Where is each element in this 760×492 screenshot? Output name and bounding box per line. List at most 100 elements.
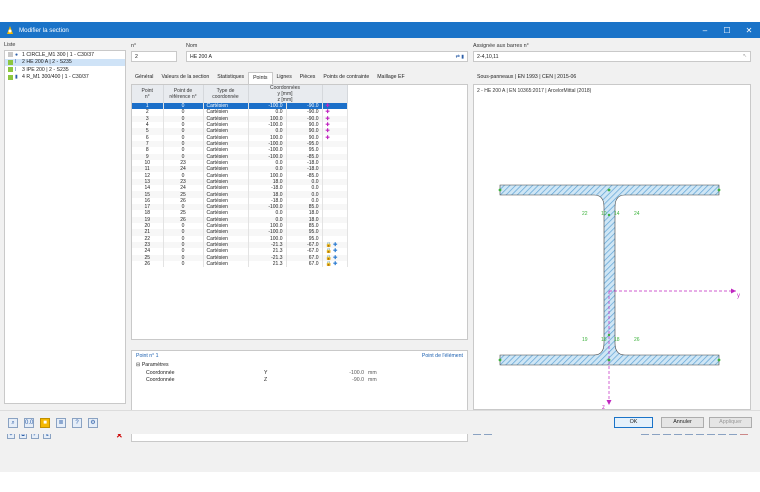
color-swatch	[8, 59, 13, 65]
units-icon[interactable]: 0.0	[24, 418, 34, 428]
window-title: Modifier la section	[19, 26, 69, 34]
close-button[interactable]: ✕	[738, 26, 760, 35]
lock-icon: 🔒	[325, 254, 332, 261]
footer-bar: ⌕ 0.0 ■ ≣ ? ⚙ OK Annuler Appliquer	[0, 410, 760, 434]
list-item[interactable]: ● 1 CIRCLE_M1 300 | 1 - C30/37	[5, 51, 125, 59]
point-label: 15	[601, 337, 607, 343]
circle-icon: ●	[15, 51, 19, 58]
library-icon[interactable]: ⇄ ▮	[456, 54, 464, 60]
name-field[interactable]: HE 200 A ⇄ ▮	[186, 51, 468, 62]
tab-3[interactable]: Points	[248, 72, 273, 84]
i-beam-outline	[499, 184, 720, 366]
property-row[interactable]: Coordonnée Y -100.0 mm	[132, 369, 467, 376]
cell-ref: 0	[163, 260, 204, 268]
dialog-body: Liste ● 1 CIRCLE_M1 300 | 1 - C30/37 I 2 HE…	[0, 38, 760, 472]
tab-7[interactable]: Maillage EF	[373, 72, 408, 84]
header-marks	[322, 85, 348, 103]
point-label: 19	[582, 337, 588, 343]
cell-y: 21.3	[248, 260, 287, 268]
ok-button[interactable]: OK	[614, 417, 653, 428]
point-marker-icon: ✚	[325, 122, 330, 129]
cell-type: Cartésien	[203, 260, 249, 268]
list-item-label: 4 R_M1 300/400 | 1 - C30/37	[22, 74, 89, 81]
property-row[interactable]: Coordonnée Z -90.0 mm	[132, 376, 467, 383]
point-label: 10	[601, 211, 607, 217]
help-icon[interactable]: ?	[72, 418, 82, 428]
property-name: Coordonnée	[146, 376, 175, 383]
header-ref: Point de référence n°	[163, 85, 204, 103]
point-marker-icon: ✚	[333, 260, 338, 267]
color-swatch	[8, 67, 13, 73]
property-name: Coordonnée	[146, 369, 175, 376]
graphic-panel[interactable]: 2 - HE 200 A | EN 10365:2017 | ArcelorMi…	[473, 84, 751, 411]
title-bar: Modifier la section – ☐ ✕	[0, 22, 760, 38]
settings-icon[interactable]: ⚙	[88, 418, 98, 428]
collapse-icon[interactable]: ⊟	[136, 362, 140, 368]
y-axis-label: y	[737, 293, 740, 299]
point-label: 22	[582, 211, 588, 217]
tab-5[interactable]: Pièces	[296, 72, 320, 84]
pick-members-icon[interactable]: ↖	[743, 53, 747, 59]
list-item[interactable]: I 3 IPE 200 | 2 - S235	[5, 66, 125, 74]
section-drawing[interactable]: y z 22 10 14 24 19 15 18 26	[474, 85, 750, 411]
z-axis-label: z	[602, 405, 605, 409]
point-label: 18	[614, 337, 620, 343]
point-marker-icon: ✚	[325, 134, 330, 141]
apply-button[interactable]: Appliquer	[709, 417, 752, 428]
rectangle-icon: ▮	[15, 74, 18, 81]
assigned-label: Assignée aux barres n°	[473, 43, 529, 49]
color-icon[interactable]: ■	[40, 418, 50, 428]
tab-0[interactable]: Général	[131, 72, 157, 84]
number-field[interactable]: 2	[131, 51, 177, 62]
tab-subpanels[interactable]: Sous-panneaux | EN 1993 | CEN | 2015-06	[473, 72, 580, 84]
tab-4[interactable]: Lignes	[273, 72, 296, 84]
point-marker-icon: ✚	[333, 254, 338, 261]
search-icon[interactable]: ⌕	[8, 418, 18, 428]
tab-6[interactable]: Points de contrainte	[319, 72, 373, 84]
point-marker-icon: ✚	[333, 248, 338, 255]
app-logo-icon	[7, 26, 13, 34]
color-swatch	[8, 52, 13, 58]
color-swatch	[8, 74, 13, 80]
tab-1[interactable]: Valeurs de la section	[157, 72, 213, 84]
table-icon[interactable]: ≣	[56, 418, 66, 428]
cell-marks: 🔒 ✚	[322, 260, 348, 268]
point-label: 24	[634, 211, 640, 217]
list-item-label: 3 IPE 200 | 2 - S235	[22, 66, 69, 73]
section-list[interactable]: ● 1 CIRCLE_M1 300 | 1 - C30/37 I 2 HE 200 A…	[4, 50, 126, 404]
list-item[interactable]: I 2 HE 200 A | 2 - S235	[5, 58, 125, 66]
tab-2[interactable]: Statistiques	[213, 72, 248, 84]
name-label: Nom	[186, 43, 198, 49]
header-type: Type de coordonnée	[203, 85, 249, 103]
name-value: HE 200 A	[190, 54, 212, 60]
table-row[interactable]: 26 0 Cartésien 21.3 67.0 🔒 ✚	[132, 260, 348, 268]
list-item-label: 2 HE 200 A | 2 - S235	[22, 59, 72, 66]
cell-z: 67.0	[286, 260, 323, 268]
header-coords: Coordonnées y [mm]z [mm]	[248, 85, 323, 103]
property-unit: mm	[368, 376, 377, 383]
maximize-button[interactable]: ☐	[716, 26, 738, 35]
list-item-label: 1 CIRCLE_M1 300 | 1 - C30/37	[22, 51, 94, 58]
list-panel: Liste ● 1 CIRCLE_M1 300 | 1 - C30/37 I 2 HE…	[4, 42, 126, 442]
props-title: Point n° 1	[136, 353, 159, 359]
header-point: Point n°	[132, 85, 164, 103]
assigned-field[interactable]: 2-4,10,11 ↖	[473, 51, 751, 62]
i-beam-icon: I	[15, 59, 17, 66]
i-beam-icon: I	[15, 66, 17, 73]
tab-bar: Général Valeurs de la section Statistiques…	[131, 72, 409, 84]
property-sym: Y	[264, 369, 268, 376]
cell-n: 26	[132, 260, 164, 268]
cancel-button[interactable]: Annuler	[661, 417, 704, 428]
lock-icon: 🔒	[325, 260, 332, 267]
number-label: n°	[131, 43, 137, 49]
props-group[interactable]: ⊟ Paramètres	[132, 361, 467, 369]
minimize-button[interactable]: –	[694, 26, 716, 35]
point-label: 26	[634, 337, 640, 343]
lock-icon: 🔒	[325, 248, 332, 255]
property-sym: Z	[264, 376, 268, 383]
point-marker-icon: ✚	[325, 103, 330, 110]
point-marker-icon: ✚	[325, 128, 330, 135]
list-item[interactable]: ▮ 4 R_M1 300/400 | 1 - C30/37	[5, 74, 125, 82]
props-right: Point de l'élément	[421, 353, 463, 359]
points-table: Point n° Point de référence n° Type de coor…	[131, 84, 468, 340]
